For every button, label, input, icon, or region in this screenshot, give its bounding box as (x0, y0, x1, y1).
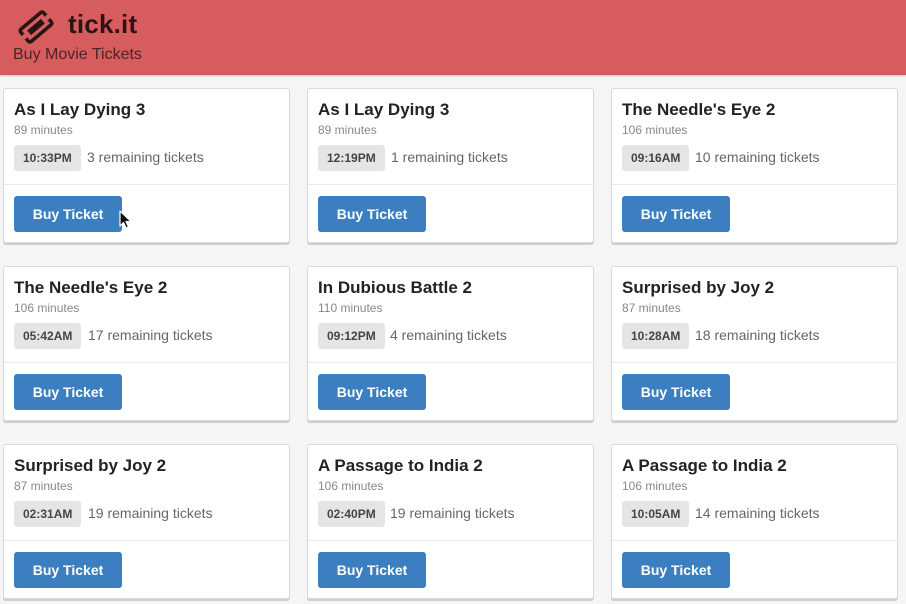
showtime-badge: 12:19PM (318, 145, 385, 171)
card-divider (612, 540, 897, 541)
movie-card: In Dubious Battle 2 110 minutes 09:12PM … (307, 266, 594, 421)
movie-card: Surprised by Joy 2 87 minutes 02:31AM 19… (3, 444, 290, 599)
remaining-tickets: 19 remaining tickets (88, 505, 213, 521)
movie-title: Surprised by Joy 2 (14, 456, 167, 475)
movie-title: The Needle's Eye 2 (14, 278, 168, 297)
movie-title: A Passage to India 2 (622, 456, 787, 475)
remaining-tickets: 18 remaining tickets (695, 327, 820, 343)
remaining-tickets: 14 remaining tickets (695, 505, 820, 521)
movie-duration: 106 minutes (14, 301, 80, 315)
movie-card: As I Lay Dying 3 89 minutes 12:19PM 1 re… (307, 88, 594, 243)
showtime-badge: 02:31AM (14, 501, 82, 527)
movie-card: The Needle's Eye 2 106 minutes 09:16AM 1… (611, 88, 898, 243)
showtime-badge: 09:12PM (318, 323, 385, 349)
card-divider (612, 362, 897, 363)
movie-duration: 106 minutes (622, 479, 688, 493)
movie-duration: 87 minutes (622, 301, 681, 315)
buy-ticket-button[interactable]: Buy Ticket (622, 552, 730, 588)
showtime-badge: 10:28AM (622, 323, 690, 349)
movie-card: As I Lay Dying 3 89 minutes 10:33PM 3 re… (3, 88, 290, 243)
buy-ticket-button[interactable]: Buy Ticket (318, 374, 426, 410)
movie-duration: 89 minutes (318, 123, 377, 137)
ticket-icon (18, 10, 54, 44)
remaining-tickets: 17 remaining tickets (88, 327, 213, 343)
mouse-cursor-icon (119, 210, 132, 229)
card-divider (4, 184, 289, 185)
movie-duration: 106 minutes (622, 123, 688, 137)
app-header: tick.it Buy Movie Tickets (0, 0, 906, 75)
card-divider (308, 362, 593, 363)
movie-title: The Needle's Eye 2 (622, 100, 776, 119)
movie-duration: 106 minutes (318, 479, 384, 493)
remaining-tickets: 3 remaining tickets (87, 149, 204, 165)
movie-duration: 87 minutes (14, 479, 73, 493)
card-divider (308, 540, 593, 541)
movie-card: A Passage to India 2 106 minutes 10:05AM… (611, 444, 898, 599)
movie-title: A Passage to India 2 (318, 456, 483, 475)
buy-ticket-button[interactable]: Buy Ticket (14, 374, 122, 410)
remaining-tickets: 10 remaining tickets (695, 149, 820, 165)
remaining-tickets: 19 remaining tickets (390, 505, 515, 521)
remaining-tickets: 4 remaining tickets (390, 327, 507, 343)
buy-ticket-button[interactable]: Buy Ticket (622, 374, 730, 410)
movie-card: The Needle's Eye 2 106 minutes 05:42AM 1… (3, 266, 290, 421)
card-divider (612, 184, 897, 185)
card-divider (4, 362, 289, 363)
card-divider (4, 540, 289, 541)
movie-title: As I Lay Dying 3 (318, 100, 450, 119)
movie-duration: 110 minutes (318, 301, 383, 315)
movie-title: In Dubious Battle 2 (318, 278, 472, 297)
buy-ticket-button[interactable]: Buy Ticket (622, 196, 730, 232)
movie-card: Surprised by Joy 2 87 minutes 10:28AM 18… (611, 266, 898, 421)
card-divider (308, 184, 593, 185)
movie-duration: 89 minutes (14, 123, 73, 137)
showtime-badge: 09:16AM (622, 145, 690, 171)
showtime-badge: 05:42AM (14, 323, 82, 349)
buy-ticket-button[interactable]: Buy Ticket (318, 196, 426, 232)
movie-title: As I Lay Dying 3 (14, 100, 146, 119)
buy-ticket-button[interactable]: Buy Ticket (14, 552, 122, 588)
showtime-badge: 02:40PM (318, 501, 385, 527)
buy-ticket-button[interactable]: Buy Ticket (14, 196, 122, 232)
showtime-badge: 10:33PM (14, 145, 81, 171)
brand-name[interactable]: tick.it (68, 9, 137, 40)
movie-title: Surprised by Joy 2 (622, 278, 775, 297)
movie-card: A Passage to India 2 106 minutes 02:40PM… (307, 444, 594, 599)
remaining-tickets: 1 remaining tickets (391, 149, 508, 165)
buy-ticket-button[interactable]: Buy Ticket (318, 552, 426, 588)
tagline: Buy Movie Tickets (13, 46, 142, 63)
showtime-badge: 10:05AM (622, 501, 690, 527)
